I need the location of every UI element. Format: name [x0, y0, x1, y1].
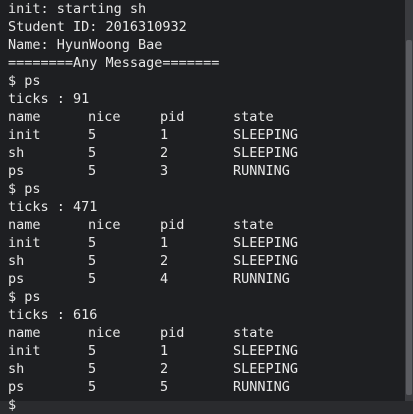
column-name: name — [8, 325, 41, 341]
process-state: SLEEPING — [233, 361, 299, 377]
process-row: init 5 1 SLEEPING — [8, 234, 405, 252]
column-pid: pid — [160, 217, 185, 233]
column-name: name — [8, 109, 41, 125]
process-state: SLEEPING — [233, 343, 299, 359]
column-pid: pid — [160, 325, 185, 341]
process-name: init — [8, 235, 41, 251]
process-name: sh — [8, 253, 25, 269]
process-pid: 2 — [160, 253, 169, 269]
column-state: state — [233, 325, 274, 341]
ps-header-row: name nice pid state — [8, 324, 405, 342]
process-nice: 5 — [88, 235, 97, 251]
process-row: sh 5 2 SLEEPING — [8, 144, 405, 162]
process-state: RUNNING — [233, 163, 290, 179]
process-row: init 5 1 SLEEPING — [8, 342, 405, 360]
ticks-line: ticks : 471 — [8, 199, 98, 215]
process-state: SLEEPING — [233, 127, 299, 143]
process-row: ps 5 3 RUNNING — [8, 162, 405, 180]
process-pid: 1 — [160, 343, 169, 359]
process-pid: 4 — [160, 271, 169, 287]
process-name: init — [8, 127, 41, 143]
column-nice: nice — [88, 217, 121, 233]
column-state: state — [233, 217, 274, 233]
process-row: init 5 1 SLEEPING — [8, 126, 405, 144]
column-nice: nice — [88, 325, 121, 341]
process-row: ps 5 4 RUNNING — [8, 270, 405, 288]
process-nice: 5 — [88, 271, 97, 287]
process-pid: 1 — [160, 235, 169, 251]
process-nice: 5 — [88, 253, 97, 269]
process-nice: 5 — [88, 343, 97, 359]
final-prompt[interactable]: $ — [8, 396, 24, 414]
student-id-line: Student ID: 2016310932 — [8, 19, 187, 35]
process-pid: 5 — [160, 379, 169, 395]
process-pid: 1 — [160, 127, 169, 143]
process-nice: 5 — [88, 379, 97, 395]
process-nice: 5 — [88, 361, 97, 377]
column-name: name — [8, 217, 41, 233]
process-state: SLEEPING — [233, 235, 299, 251]
process-pid: 3 — [160, 163, 169, 179]
process-name: ps — [8, 271, 25, 287]
ps-header-row: name nice pid state — [8, 216, 405, 234]
process-state: SLEEPING — [233, 253, 299, 269]
process-name: ps — [8, 379, 25, 395]
process-name: ps — [8, 163, 25, 179]
process-nice: 5 — [88, 145, 97, 161]
process-state: SLEEPING — [233, 145, 299, 161]
scrollbar-thumb[interactable] — [406, 40, 412, 395]
column-pid: pid — [160, 109, 185, 125]
column-nice: nice — [88, 109, 121, 125]
vertical-scrollbar[interactable] — [405, 0, 413, 401]
process-pid: 2 — [160, 145, 169, 161]
message-banner: ========Any Message======= — [8, 55, 220, 71]
name-line: Name: HyunWoong Bae — [8, 37, 163, 53]
process-name: sh — [8, 361, 25, 377]
column-state: state — [233, 109, 274, 125]
ps-header-row: name nice pid state — [8, 108, 405, 126]
process-state: RUNNING — [233, 379, 290, 395]
terminal-window[interactable]: init: starting sh Student ID: 2016310932… — [0, 0, 405, 401]
process-pid: 2 — [160, 361, 169, 377]
ticks-line: ticks : 616 — [8, 307, 98, 323]
process-name: sh — [8, 145, 25, 161]
boot-message: init: starting sh — [8, 1, 147, 17]
process-row: sh 5 2 SLEEPING — [8, 360, 405, 378]
command-prompt: $ ps — [8, 73, 41, 89]
process-name: init — [8, 343, 41, 359]
process-nice: 5 — [88, 163, 97, 179]
process-row: ps 5 5 RUNNING — [8, 378, 405, 396]
command-prompt: $ ps — [8, 289, 41, 305]
ticks-line: ticks : 91 — [8, 91, 90, 107]
process-nice: 5 — [88, 127, 97, 143]
command-prompt: $ ps — [8, 181, 41, 197]
process-row: sh 5 2 SLEEPING — [8, 252, 405, 270]
process-state: RUNNING — [233, 271, 290, 287]
